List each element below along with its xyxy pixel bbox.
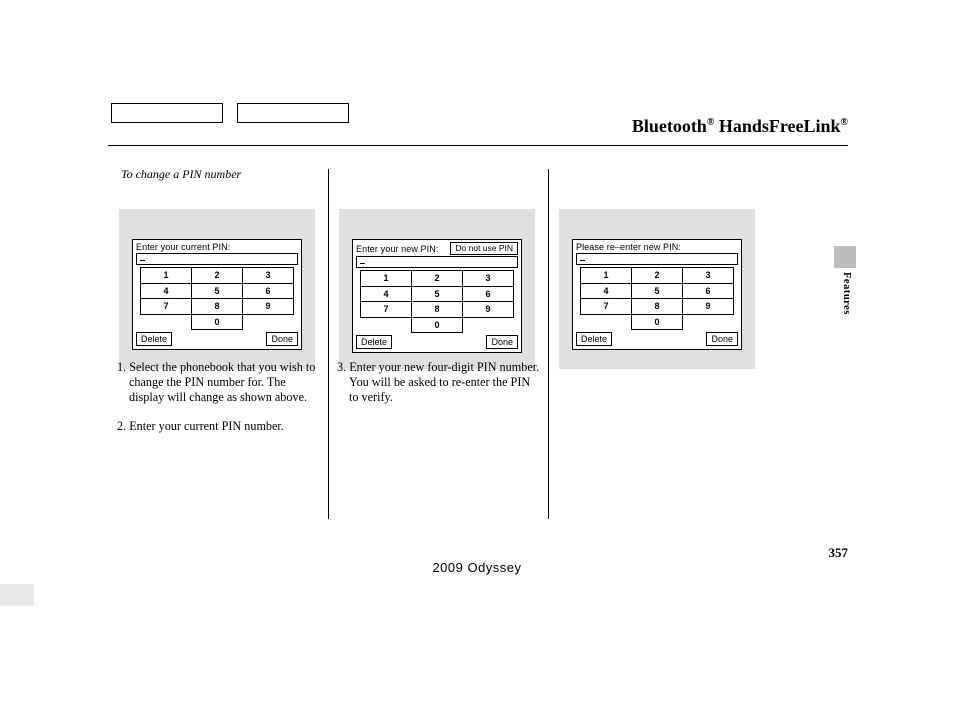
column-1-instructions: 1. Select the phonebook that you wish to… — [117, 360, 322, 448]
keypad-key-8: 8 — [632, 299, 683, 315]
screen-illustration-3: Please re–enter new PIN: 1 2 3 4 5 6 — [559, 189, 755, 369]
header-placeholder-boxes — [111, 103, 349, 123]
keypad-key-3: 3 — [683, 268, 734, 284]
step-1-text: 1. Select the phonebook that you wish to… — [117, 360, 322, 405]
step-3-text: 3. Enter your new four-digit PIN number.… — [337, 360, 542, 405]
keypad-blank — [463, 317, 514, 333]
keypad-key-1: 1 — [361, 271, 412, 287]
pin-entry-screen: Enter your new PIN: Do not use PIN 1 2 3… — [352, 239, 522, 353]
screen-background: Please re–enter new PIN: 1 2 3 4 5 6 — [559, 209, 755, 369]
keypad-key-0: 0 — [192, 314, 243, 330]
keypad-key-3: 3 — [243, 268, 294, 284]
header-placeholder-box — [237, 103, 349, 123]
screen-bottom-row: Delete Done — [573, 332, 741, 349]
footer-text: 2009 Odyssey — [0, 560, 954, 575]
keypad-key-5: 5 — [412, 286, 463, 302]
screen-prompt: Enter your current PIN: — [136, 242, 230, 252]
keypad-key-6: 6 — [683, 283, 734, 299]
pin-entry-field — [136, 253, 298, 265]
delete-button: Delete — [356, 335, 392, 349]
keypad: 1 2 3 4 5 6 7 8 9 — [580, 267, 734, 330]
screen-background: Enter your new PIN: Do not use PIN 1 2 3… — [339, 209, 535, 369]
pin-entry-screen: Enter your current PIN: 1 2 3 4 5 6 — [132, 239, 302, 350]
registered-mark: ® — [841, 117, 848, 128]
keypad-key-4: 4 — [581, 283, 632, 299]
keypad-key-8: 8 — [412, 302, 463, 318]
pin-entry-field — [576, 253, 738, 265]
keypad-blank — [243, 314, 294, 330]
done-button: Done — [706, 332, 738, 346]
keypad-key-7: 7 — [361, 302, 412, 318]
keypad-key-3: 3 — [463, 271, 514, 287]
screen-bottom-row: Delete Done — [133, 332, 301, 349]
do-not-use-pin-button: Do not use PIN — [450, 242, 518, 255]
keypad-key-9: 9 — [683, 299, 734, 315]
keypad-blank — [361, 317, 412, 333]
keypad-key-7: 7 — [581, 299, 632, 315]
manual-page: Bluetooth® HandsFreeLink® To change a PI… — [0, 0, 954, 710]
keypad-key-9: 9 — [243, 299, 294, 315]
keypad: 1 2 3 4 5 6 7 8 9 — [360, 270, 514, 333]
keypad-key-6: 6 — [463, 286, 514, 302]
keypad-key-5: 5 — [192, 283, 243, 299]
keypad-key-7: 7 — [141, 299, 192, 315]
screen-illustration-2: Enter your new PIN: Do not use PIN 1 2 3… — [339, 189, 535, 369]
done-button: Done — [266, 332, 298, 346]
screen-bottom-row: Delete Done — [353, 335, 521, 352]
keypad-key-0: 0 — [412, 317, 463, 333]
section-tab-marker — [834, 246, 856, 268]
keypad-key-1: 1 — [581, 268, 632, 284]
pin-entry-screen: Please re–enter new PIN: 1 2 3 4 5 6 — [572, 239, 742, 350]
keypad-key-1: 1 — [141, 268, 192, 284]
header-rule — [108, 145, 848, 146]
keypad-key-6: 6 — [243, 283, 294, 299]
keypad-key-0: 0 — [632, 314, 683, 330]
screen-illustration-1: Enter your current PIN: 1 2 3 4 5 6 — [119, 189, 315, 369]
column-2-instructions: 3. Enter your new four-digit PIN number.… — [337, 360, 542, 405]
column-separator — [548, 169, 549, 519]
delete-button: Delete — [576, 332, 612, 346]
screen-background: Enter your current PIN: 1 2 3 4 5 6 — [119, 209, 315, 369]
step-2-text: 2. Enter your current PIN number. — [117, 419, 322, 434]
done-button: Done — [486, 335, 518, 349]
keypad-blank — [683, 314, 734, 330]
keypad-key-4: 4 — [361, 286, 412, 302]
screen-prompt: Please re–enter new PIN: — [576, 242, 681, 252]
page-number: 357 — [829, 545, 849, 561]
keypad-blank — [141, 314, 192, 330]
delete-button: Delete — [136, 332, 172, 346]
screen-prompt: Enter your new PIN: — [356, 244, 438, 254]
keypad-blank — [581, 314, 632, 330]
keypad: 1 2 3 4 5 6 7 8 9 — [140, 267, 294, 330]
screen-titlebar: Please re–enter new PIN: — [573, 240, 741, 253]
keypad-key-8: 8 — [192, 299, 243, 315]
section-tab-label: Features — [841, 272, 852, 315]
section-subtitle: To change a PIN number — [121, 167, 241, 182]
column-separator — [328, 169, 329, 519]
keypad-key-2: 2 — [192, 268, 243, 284]
pin-entry-field — [356, 256, 518, 268]
title-part-2: HandsFreeLink — [714, 116, 840, 136]
keypad-key-4: 4 — [141, 283, 192, 299]
keypad-key-2: 2 — [412, 271, 463, 287]
keypad-key-9: 9 — [463, 302, 514, 318]
left-edge-marker — [0, 584, 34, 606]
screen-titlebar: Enter your current PIN: — [133, 240, 301, 253]
header-placeholder-box — [111, 103, 223, 123]
screen-titlebar: Enter your new PIN: Do not use PIN — [353, 240, 521, 256]
keypad-key-5: 5 — [632, 283, 683, 299]
keypad-key-2: 2 — [632, 268, 683, 284]
page-title: Bluetooth® HandsFreeLink® — [632, 116, 848, 137]
title-part-1: Bluetooth — [632, 116, 707, 136]
